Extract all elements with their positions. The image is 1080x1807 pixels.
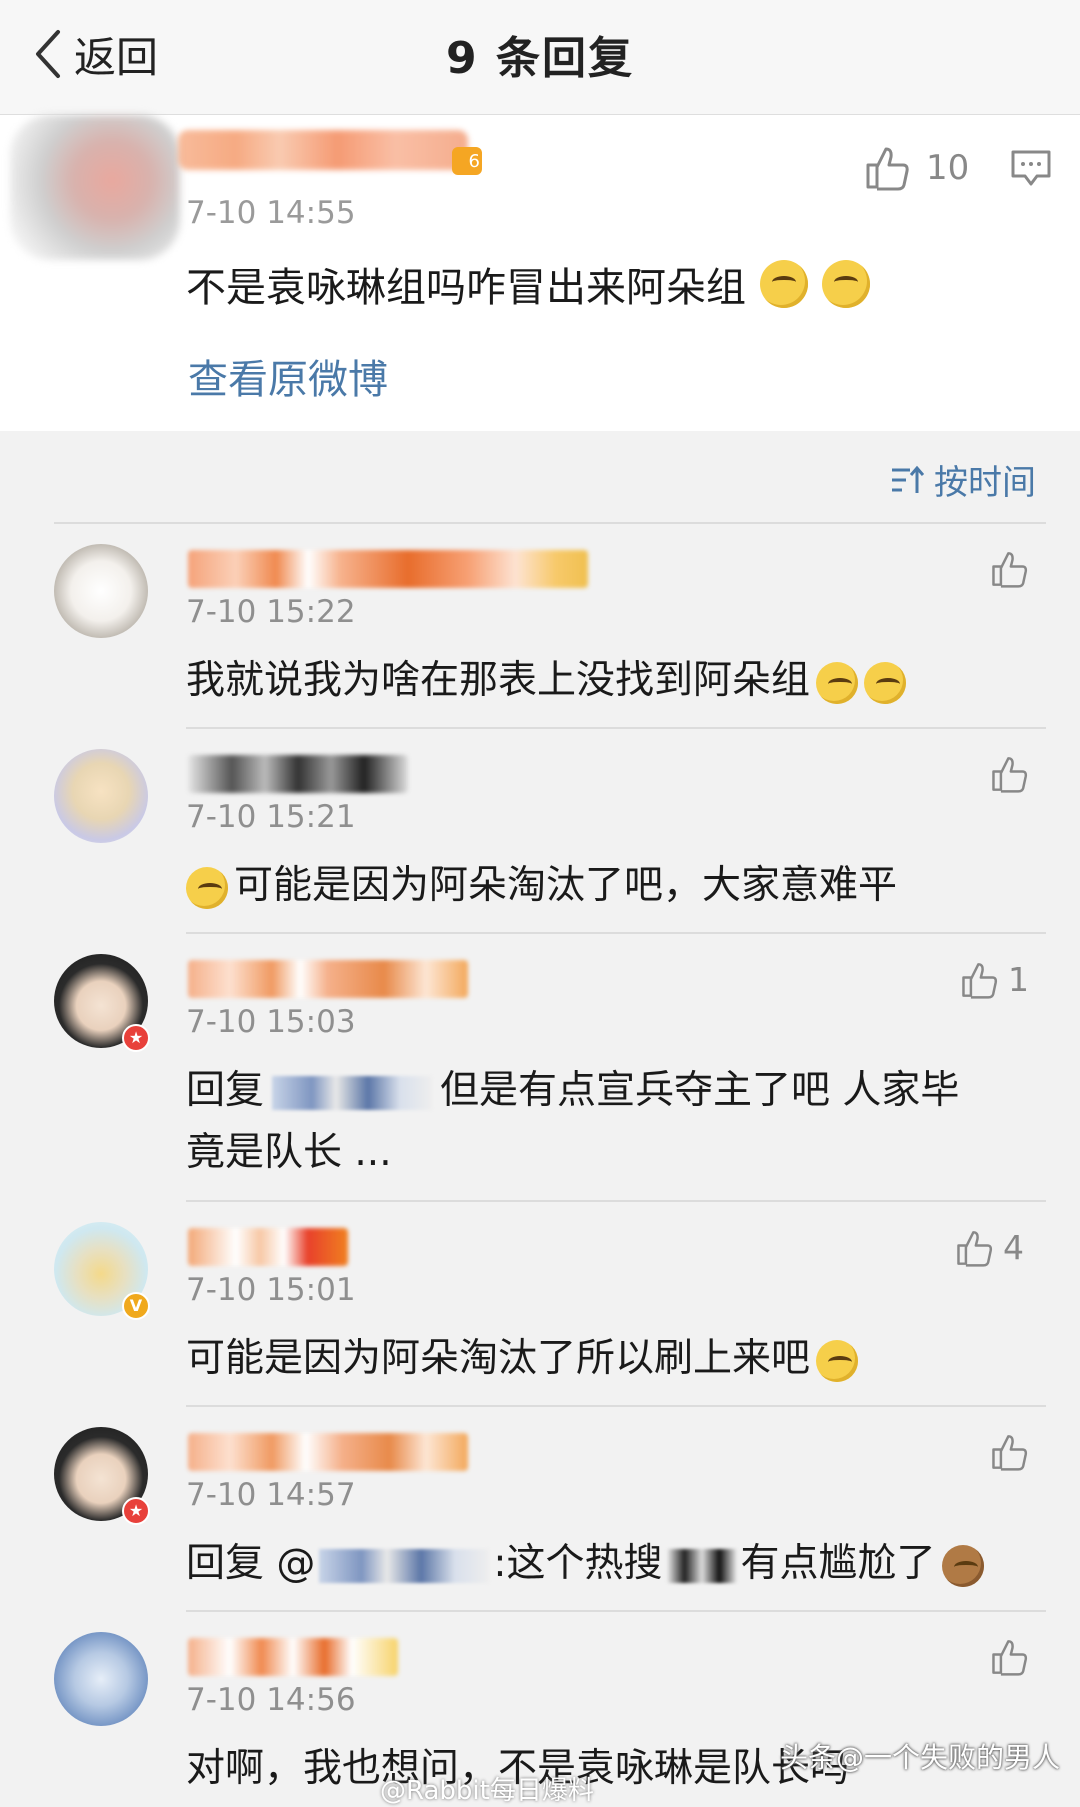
divider [186, 1200, 1046, 1202]
watermark: @Rabbit每日爆料 [380, 1776, 594, 1806]
level-badge: 6 [452, 147, 482, 175]
like-button[interactable] [990, 755, 1030, 793]
comment-item: 7-10 15:22 我就说我为啥在那表上没找到阿朵组 [0, 522, 1080, 727]
thinking-emoji-icon [822, 260, 870, 308]
thumbs-up-icon [957, 1230, 993, 1267]
thumbs-up-icon [992, 552, 1028, 588]
laugh-cry-emoji-icon [816, 1339, 859, 1382]
like-count: 10 [926, 148, 970, 188]
comment-body-cont: 有点尴尬了 [740, 1541, 936, 1586]
comment-time: 7-10 14:57 [186, 1477, 356, 1513]
mention-blurred[interactable] [272, 1075, 433, 1110]
sort-label: 按时间 [934, 463, 1036, 503]
comment-body: 但是有点宣兵夺主了吧 人家毕 [440, 1068, 960, 1113]
page-title: 9 条回复 [446, 33, 634, 84]
redacted-text [666, 1548, 737, 1583]
avatar[interactable] [54, 544, 148, 638]
navigation-bar: 返回 9 条回复 [0, 0, 1080, 115]
reply-prefix: 回复 [186, 1068, 265, 1113]
comment-body: 可能是因为阿朵淘汰了所以刷上来吧 [186, 1336, 811, 1381]
laugh-cry-emoji-icon [864, 661, 907, 704]
comment-body: 可能是因为阿朵淘汰了吧，大家意难平 [234, 863, 898, 908]
comment-button[interactable] [1010, 149, 1052, 193]
post-text: 不是袁咏琳组吗咋冒出来阿朵组 [186, 265, 746, 311]
username-blurred[interactable] [188, 755, 408, 793]
like-button[interactable] [990, 1638, 1030, 1676]
username-blurred[interactable] [188, 1228, 348, 1266]
see-no-evil-monkey-emoji-icon [941, 1544, 984, 1587]
watermark: 头条@一个失败的男人 [780, 1741, 1061, 1774]
comment-body-cont: 竟是队长 ... [186, 1130, 392, 1175]
thumbs-up-icon [992, 1640, 1028, 1676]
post-content: 不是袁咏琳组吗咋冒出来阿朵组 [186, 255, 870, 313]
facepalm-emoji-icon [760, 260, 808, 308]
comment-text: 回复 @ :这个热搜 有点尴尬了 [186, 1533, 1016, 1595]
comment-item: ★ 7-10 14:57 回复 @ :这个热搜 有点尴尬了 [0, 1405, 1080, 1610]
comment-icon [1011, 150, 1051, 186]
comment-text: 可能是因为阿朵淘汰了吧，大家意难平 [186, 855, 1016, 917]
username-blurred[interactable] [188, 1638, 398, 1676]
like-count: 1 [1008, 960, 1029, 999]
verified-badge: ★ [122, 1497, 150, 1525]
username-blurred[interactable] [188, 550, 588, 588]
comment-item: ★ 7-10 15:03 回复 但是有点宣兵夺主了吧 人家毕 竟是队长 ... 1 [0, 932, 1080, 1200]
divider [186, 1610, 1046, 1612]
thumbs-up-icon [962, 962, 998, 999]
like-button[interactable]: 10 [864, 145, 969, 191]
view-original-weibo-link[interactable]: 查看原微博 [188, 347, 388, 405]
verified-badge: ★ [122, 1024, 150, 1052]
sort-icon [892, 465, 924, 493]
comment-time: 7-10 15:22 [186, 594, 356, 630]
comment-time: 7-10 14:56 [186, 1682, 356, 1718]
laugh-cry-emoji-icon [186, 866, 228, 909]
comment-text: 回复 但是有点宣兵夺主了吧 人家毕 竟是队长 ... [186, 1060, 1016, 1184]
verified-badge: V [122, 1292, 150, 1320]
divider [54, 522, 1046, 524]
comment-item: 7-10 15:21 可能是因为阿朵淘汰了吧，大家意难平 [0, 727, 1080, 932]
username-blurred[interactable] [188, 1433, 468, 1471]
laugh-cry-emoji-icon [816, 661, 859, 704]
comment-text: 我就说我为啥在那表上没找到阿朵组 [186, 650, 1016, 712]
avatar[interactable] [10, 115, 180, 260]
comment-time: 7-10 15:03 [186, 1004, 356, 1040]
thumbs-up-icon [866, 147, 909, 191]
avatar[interactable] [54, 1632, 148, 1726]
comment-text: 可能是因为阿朵淘汰了所以刷上来吧 [186, 1328, 1016, 1390]
thumbs-up-icon [992, 1435, 1028, 1471]
comment-item: V 7-10 15:01 可能是因为阿朵淘汰了所以刷上来吧 4 [0, 1200, 1080, 1405]
avatar[interactable] [54, 749, 148, 843]
divider [186, 932, 1046, 934]
like-count: 4 [1003, 1228, 1024, 1267]
divider [186, 727, 1046, 729]
divider [186, 1405, 1046, 1407]
comment-body: :这个热搜 [493, 1541, 663, 1586]
like-button[interactable]: 4 [955, 1228, 1024, 1267]
original-comment: 6 7-10 14:55 不是袁咏琳组吗咋冒出来阿朵组 10 查看原微博 [0, 115, 1080, 431]
username-blurred[interactable] [188, 960, 468, 998]
like-button[interactable]: 1 [960, 960, 1029, 999]
mention-blurred[interactable] [319, 1548, 490, 1583]
comment-time: 7-10 15:01 [186, 1272, 356, 1308]
like-button[interactable] [990, 1433, 1030, 1471]
thumbs-up-icon [992, 757, 1028, 793]
post-time: 7-10 14:55 [186, 195, 356, 231]
username-blurred[interactable] [178, 130, 468, 170]
reply-prefix: 回复 @ [186, 1541, 316, 1586]
sort-by-time-button[interactable]: 按时间 [890, 455, 1036, 504]
comment-body: 我就说我为啥在那表上没找到阿朵组 [186, 658, 811, 703]
comment-time: 7-10 15:21 [186, 799, 356, 835]
like-button[interactable] [990, 550, 1030, 588]
